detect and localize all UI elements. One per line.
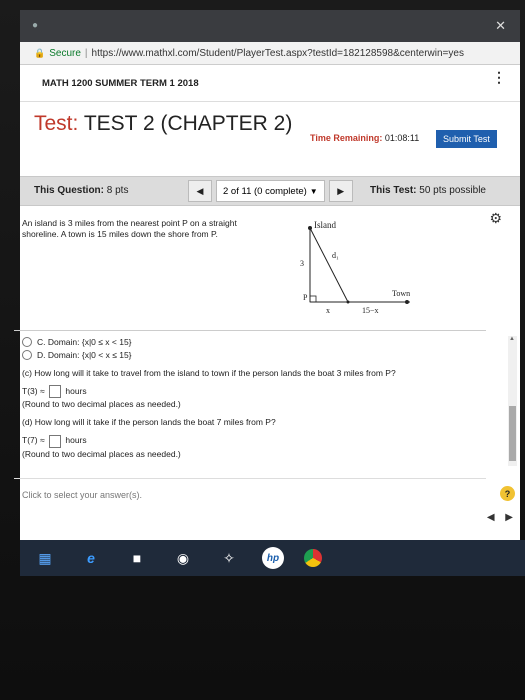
click-select-hint: Click to select your answer(s). [22, 490, 143, 500]
footer-divider [14, 478, 486, 479]
more-menu-icon[interactable]: ⋮ [492, 70, 506, 84]
pager-prev-icon[interactable]: ◀ [487, 512, 495, 523]
previous-question-button[interactable]: ◀ [188, 180, 212, 202]
scroll-up-icon[interactable]: ▲ [509, 336, 515, 342]
figure-p-label: P [303, 293, 308, 302]
file-explorer-icon[interactable]: ■ [124, 547, 150, 569]
t7-row: T(7) ≈ hours [22, 434, 482, 448]
option-c-text: C. Domain: {x|0 ≤ x < 15} [37, 337, 132, 347]
this-test-label: This Test: [370, 185, 417, 196]
hp-logo-icon[interactable]: hp [262, 547, 284, 569]
answer-area: C. Domain: {x|0 ≤ x < 15} D. Domain: {x|… [22, 336, 482, 460]
windows-taskbar: ▦ e ■ ◉ ✧ hp [20, 540, 525, 576]
internet-explorer-icon[interactable]: e [78, 547, 104, 569]
figure-town-label: Town [392, 289, 410, 298]
radio-button[interactable] [22, 350, 32, 360]
test-title-label: Test: [34, 112, 79, 135]
figure-side-label: 3 [300, 259, 304, 268]
test-header: Test: TEST 2 (CHAPTER 2) Time Remaining:… [20, 102, 520, 176]
time-remaining: Time Remaining: 01:08:11 [310, 133, 419, 143]
address-separator: | [84, 47, 88, 59]
course-title: MATH 1200 SUMMER TERM 1 2018 [42, 77, 199, 89]
triangle-right-icon: ▶ [337, 185, 345, 196]
chevron-down-icon: ▼ [309, 186, 318, 196]
t3-note: (Round to two decimal places as needed.) [22, 399, 181, 410]
question-select-text: 2 of 11 (0 complete) [223, 185, 307, 197]
t3-row: T(3) ≈ hours [22, 385, 482, 399]
t7-note: (Round to two decimal places as needed.) [22, 448, 181, 459]
this-question-label: This Question: [34, 185, 104, 196]
answer-scrollbar[interactable]: ▲ [508, 336, 517, 466]
t3-unit: hours [65, 386, 87, 396]
browser-tab-strip: ● ✕ [20, 10, 520, 42]
section-divider [14, 330, 486, 331]
island-point [308, 226, 312, 230]
option-c[interactable]: C. Domain: {x|0 ≤ x < 15} [22, 336, 482, 348]
close-icon[interactable]: ✕ [495, 18, 506, 34]
secure-label: Secure [49, 47, 81, 59]
option-d[interactable]: D. Domain: {x|0 < x ≤ 15} [22, 349, 482, 361]
time-remaining-label: Time Remaining: [310, 133, 383, 143]
this-test: This Test: 50 pts possible [370, 185, 486, 196]
time-remaining-value: 01:08:11 [384, 133, 420, 143]
address-bar[interactable]: 🔒 Secure | https://www.mathxl.com/Studen… [20, 42, 520, 65]
part-c-question: (c) How long will it take to travel from… [22, 368, 396, 378]
triangle-left-icon: ◀ [196, 185, 204, 196]
part-d-question: (d) How long will it take if the person … [22, 417, 276, 428]
right-angle-mark [309, 295, 317, 303]
pager-next-icon[interactable]: ▶ [505, 512, 513, 523]
test-title-name: TEST 2 (CHAPTER 2) [83, 112, 293, 135]
figure-d1-label: d₁ [332, 251, 339, 260]
gear-icon[interactable]: ⚙ [489, 210, 502, 227]
submit-test-button[interactable]: Submit Test [436, 130, 497, 148]
help-button[interactable]: ? [500, 486, 515, 501]
radio-button[interactable] [22, 337, 32, 347]
next-question-button[interactable]: ▶ [328, 180, 353, 202]
figure-island-label: Island [314, 220, 336, 230]
t3-prefix: T(3) ≈ [22, 386, 45, 396]
t7-unit: hours [65, 435, 87, 446]
lock-icon: 🔒 [34, 47, 46, 58]
course-bar: MATH 1200 SUMMER TERM 1 2018 ⋮ [20, 65, 520, 102]
landing-point [346, 300, 350, 304]
t3-answer-input[interactable] [48, 385, 61, 399]
url-text[interactable]: https://www.mathxl.com/Student/PlayerTes… [92, 48, 464, 59]
media-player-icon[interactable]: ◉ [170, 547, 196, 569]
question-select[interactable]: 2 of 11 (0 complete) ▼ [216, 180, 325, 202]
this-test-pts: 50 pts possible [419, 185, 486, 196]
question-bar: This Question: 8 pts ◀ 2 of 11 (0 comple… [20, 176, 520, 206]
t7-prefix: T(7) ≈ [22, 435, 45, 446]
t7-answer-input[interactable] [48, 434, 61, 448]
scrollbar-thumb[interactable] [509, 406, 516, 461]
store-icon[interactable]: ✧ [216, 547, 242, 569]
figure-hypotenuse [309, 227, 349, 303]
test-title: Test: TEST 2 (CHAPTER 2) [34, 112, 304, 136]
problem-statement: An island is 3 miles from the nearest po… [22, 218, 237, 239]
option-d-text: D. Domain: {x|0 < x ≤ 15} [37, 350, 132, 360]
chrome-icon[interactable] [304, 549, 322, 567]
figure-x-label: x [326, 306, 330, 315]
windows-start-icon[interactable]: ▦ [32, 547, 58, 569]
this-question-pts: 8 pts [106, 185, 129, 196]
town-point [405, 300, 409, 304]
tab-icon[interactable]: ● [32, 20, 38, 31]
island-town-figure: Island d₁ 3 P Town x 15−x [300, 220, 410, 315]
pager: ◀ ▶ [479, 512, 513, 523]
figure-remaining-label: 15−x [362, 306, 379, 315]
question-navigator: ◀ 2 of 11 (0 complete) ▼ ▶ [188, 180, 353, 202]
this-question: This Question: 8 pts [34, 185, 128, 196]
